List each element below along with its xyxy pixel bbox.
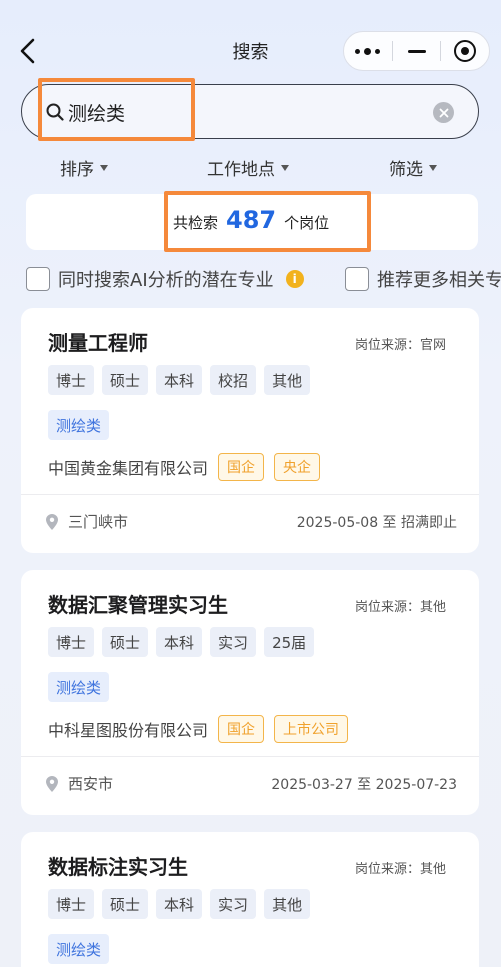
company-row: 中国黄金集团有限公司 国企 央企 <box>48 453 321 481</box>
tag: 本科 <box>156 365 203 395</box>
ai-major-option-label: 同时搜索AI分析的潜在专业 <box>58 270 274 291</box>
major-tags: 测绘类 <box>48 410 110 440</box>
minimize-icon <box>407 49 426 53</box>
tag: 硕士 <box>102 889 149 919</box>
location-pin-icon <box>46 775 58 792</box>
more-filter[interactable]: 筛选 <box>389 155 437 180</box>
more-dots-icon <box>355 47 381 55</box>
tag: 实习 <box>210 889 257 919</box>
tag: 本科 <box>156 889 203 919</box>
job-source: 岗位来源：官网 <box>354 338 446 353</box>
degree-tags: 博士 硕士 本科 实习 25届 <box>48 627 315 657</box>
tag: 硕士 <box>102 365 149 395</box>
related-major-option[interactable]: 推荐更多相关专业 <box>345 266 501 292</box>
job-date: 2025-05-08 至 招满即止 <box>296 515 457 531</box>
caret-down-icon <box>429 164 437 171</box>
checkbox[interactable] <box>26 267 50 291</box>
company-tag: 上市公司 <box>274 715 349 743</box>
company-row: 中科星图股份有限公司 国企 上市公司 <box>48 715 349 743</box>
location-filter-label: 工作地点 <box>207 160 275 180</box>
degree-tags: 博士 硕士 本科 校招 其他 <box>48 365 311 395</box>
job-title: 数据汇聚管理实习生 <box>48 593 228 617</box>
clear-search-button[interactable] <box>433 102 454 123</box>
info-icon[interactable]: i <box>285 270 304 288</box>
close-icon <box>439 108 448 117</box>
ai-major-option[interactable]: 同时搜索AI分析的潜在专业 i <box>26 266 304 292</box>
location-text: 三门峡市 <box>68 513 129 531</box>
more-filter-label: 筛选 <box>389 160 423 180</box>
minimize-button[interactable] <box>393 32 441 70</box>
major-tag: 测绘类 <box>48 410 110 440</box>
degree-tags: 博士 硕士 本科 实习 其他 <box>48 889 311 919</box>
job-source: 岗位来源：其他 <box>354 600 446 615</box>
major-tag: 测绘类 <box>48 672 110 702</box>
tag: 其他 <box>264 365 311 395</box>
major-tags: 测绘类 <box>48 672 110 702</box>
close-program-button[interactable] <box>441 32 489 70</box>
company-name: 中科星图股份有限公司 <box>48 721 209 740</box>
card-divider <box>21 756 479 757</box>
tag: 本科 <box>156 627 203 657</box>
caret-down-icon <box>281 164 289 171</box>
target-icon <box>454 40 477 62</box>
major-tag: 测绘类 <box>48 934 110 964</box>
job-title: 测量工程师 <box>48 331 148 355</box>
location-filter[interactable]: 工作地点 <box>207 155 289 180</box>
major-tags: 测绘类 <box>48 934 110 964</box>
caret-down-icon <box>100 164 108 171</box>
card-divider <box>21 494 479 495</box>
sort-filter-label: 排序 <box>60 160 94 180</box>
tag: 博士 <box>48 365 95 395</box>
company-tag: 央企 <box>274 453 321 481</box>
job-location: 三门峡市 <box>46 511 128 532</box>
company-tag: 国企 <box>218 715 265 743</box>
job-date: 2025-03-27 至 2025-07-23 <box>271 777 457 793</box>
location-pin-icon <box>46 513 58 530</box>
company-name: 中国黄金集团有限公司 <box>48 459 209 478</box>
tag: 实习 <box>210 627 257 657</box>
more-button[interactable] <box>344 32 392 70</box>
sort-filter[interactable]: 排序 <box>60 155 108 180</box>
job-source: 岗位来源：其他 <box>354 862 446 877</box>
tag: 博士 <box>48 627 95 657</box>
results-count-highlight <box>164 191 371 252</box>
tag: 校招 <box>210 365 257 395</box>
job-location: 西安市 <box>46 773 113 794</box>
company-tag: 国企 <box>218 453 265 481</box>
job-title: 数据标注实习生 <box>48 855 188 879</box>
mini-program-capsule <box>343 31 490 71</box>
tag: 25届 <box>264 627 315 657</box>
tag: 博士 <box>48 889 95 919</box>
tag: 其他 <box>264 889 311 919</box>
checkbox[interactable] <box>345 267 369 291</box>
related-major-option-label: 推荐更多相关专业 <box>377 270 501 291</box>
location-text: 西安市 <box>68 775 114 793</box>
search-query-highlight <box>38 78 195 141</box>
tag: 硕士 <box>102 627 149 657</box>
